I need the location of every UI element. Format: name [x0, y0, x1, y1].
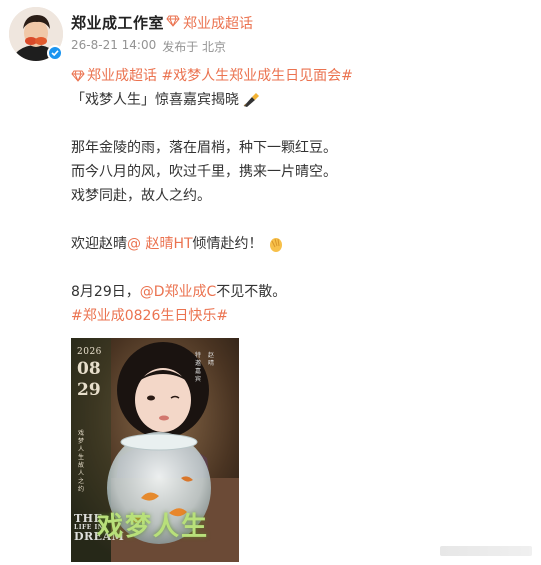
- date-suffix: 不见不散。: [216, 284, 287, 300]
- topic-line[interactable]: 郑业成超话 #戏梦人生郑业成生日见面会#: [71, 64, 511, 88]
- poster-guest-name: 赵晴: [208, 352, 215, 367]
- post-image[interactable]: 2026 08 29 特邀嘉宾 赵晴 戏梦人生 故人之约 THE LIFE IN…: [71, 338, 239, 562]
- author-avatar[interactable]: [9, 7, 63, 61]
- author-mention-link[interactable]: @D郑业成C: [140, 280, 217, 304]
- invite-suffix: 倾情赴约！: [192, 236, 263, 252]
- super-topic-link[interactable]: 郑业成超话: [166, 13, 253, 33]
- poster-vertical-text: 戏梦人生 故人之约: [78, 430, 85, 493]
- poster-day: 29: [77, 380, 101, 400]
- post-content: 郑业成超话 #戏梦人生郑业成生日见面会# 「戏梦人生」惊喜嘉宾揭晓 那年金陵的雨…: [71, 64, 511, 328]
- poster-year: 2026: [77, 347, 102, 357]
- poster-date: 2026 08 29: [77, 348, 102, 399]
- watermark: [440, 546, 532, 556]
- post-meta: 26-8-21 14:00 发布于 北京: [71, 38, 226, 55]
- guest-mention-link[interactable]: @ 赵晴HT: [127, 232, 193, 256]
- paragraph-2: 而今八月的风，吹过千里，携来一片晴空。: [71, 164, 337, 180]
- author-name[interactable]: 郑业成工作室: [71, 12, 164, 33]
- diamond-icon: [71, 70, 85, 82]
- invite-line: 欢迎赵晴 @ 赵晴HT 倾情赴约！: [71, 232, 511, 256]
- brush-icon: [242, 92, 260, 108]
- hashtag-link[interactable]: #郑业成0826生日快乐#: [71, 304, 511, 328]
- paragraph-3: 戏梦同赴，故人之约。: [71, 188, 211, 204]
- super-topic-label: 郑业成超话: [183, 16, 253, 32]
- weibo-post: 郑业成工作室 郑业成超话 26-8-21 14:00 发布于 北京 郑业成超话 …: [0, 0, 541, 565]
- diamond-icon: [166, 15, 180, 31]
- poster-month: 08: [77, 359, 101, 379]
- invite-prefix: 欢迎赵晴: [71, 236, 127, 252]
- date-line: 8月29日， @D郑业成C 不见不散。: [71, 280, 511, 304]
- clap-hands-icon: [267, 235, 285, 253]
- poster-title: 戏梦人生: [97, 512, 210, 542]
- verified-badge-icon: [47, 45, 63, 61]
- post-time[interactable]: 26-8-21 14:00: [71, 38, 156, 55]
- date-prefix: 8月29日，: [71, 284, 140, 300]
- headline: 「戏梦人生」惊喜嘉宾揭晓: [71, 88, 511, 112]
- topic-text: 郑业成超话 #戏梦人生郑业成生日见面会#: [87, 68, 353, 84]
- post-source: 发布于 北京: [162, 40, 227, 54]
- paragraph-1: 那年金陵的雨，落在眉梢，种下一颗红豆。: [71, 140, 337, 156]
- poster-tag: 特邀嘉宾: [195, 352, 202, 383]
- headline-text: 「戏梦人生」惊喜嘉宾揭晓: [71, 92, 239, 108]
